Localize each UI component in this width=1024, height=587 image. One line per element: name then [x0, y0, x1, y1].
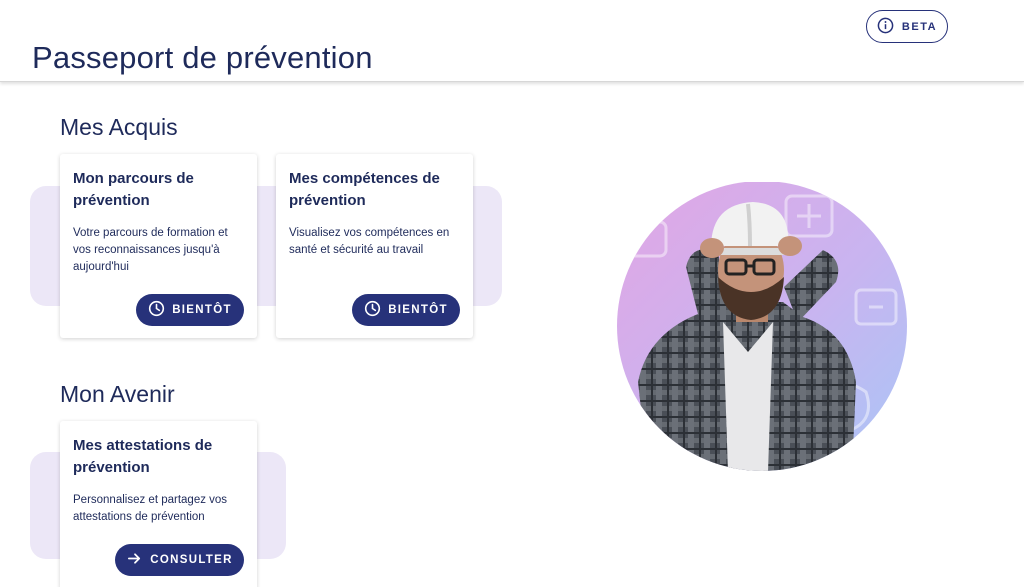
- bientot-button[interactable]: BIENTÔT: [136, 294, 244, 326]
- page-title: Passeport de prévention: [32, 40, 373, 75]
- card-title: Mes attestations de prévention: [73, 437, 213, 476]
- card-parcours: Mon parcours de prévention Votre parcour…: [60, 154, 257, 338]
- card-competences: Mes compétences de prévention Visualisez…: [276, 154, 473, 338]
- arrow-right-icon: [126, 550, 143, 570]
- bientot-button[interactable]: BIENTÔT: [352, 294, 460, 326]
- card-attestations: Mes attestations de prévention Personnal…: [60, 421, 257, 587]
- card-title: Mes compétences de prévention: [289, 170, 440, 209]
- card-description: Votre parcours de formation et vos recon…: [73, 227, 228, 273]
- page-header: Passeport de prévention BETA: [0, 0, 1024, 82]
- card-description: Visualisez vos compétences en santé et s…: [289, 227, 450, 256]
- button-label: BIENTÔT: [388, 304, 448, 316]
- button-label: BIENTÔT: [172, 304, 232, 316]
- info-icon: [877, 17, 894, 37]
- clock-icon: [364, 300, 381, 320]
- card-title: Mon parcours de prévention: [73, 170, 194, 209]
- clock-icon: [148, 300, 165, 320]
- worker-illustration: [608, 181, 908, 472]
- beta-label: BETA: [901, 20, 938, 33]
- consulter-button[interactable]: CONSULTER: [115, 544, 244, 576]
- button-label: CONSULTER: [150, 554, 233, 566]
- section-title-acquis: Mes Acquis: [60, 114, 178, 140]
- beta-button[interactable]: BETA: [866, 10, 948, 43]
- card-description: Personnalisez et partagez vos attestatio…: [73, 494, 228, 523]
- section-title-avenir: Mon Avenir: [60, 381, 175, 407]
